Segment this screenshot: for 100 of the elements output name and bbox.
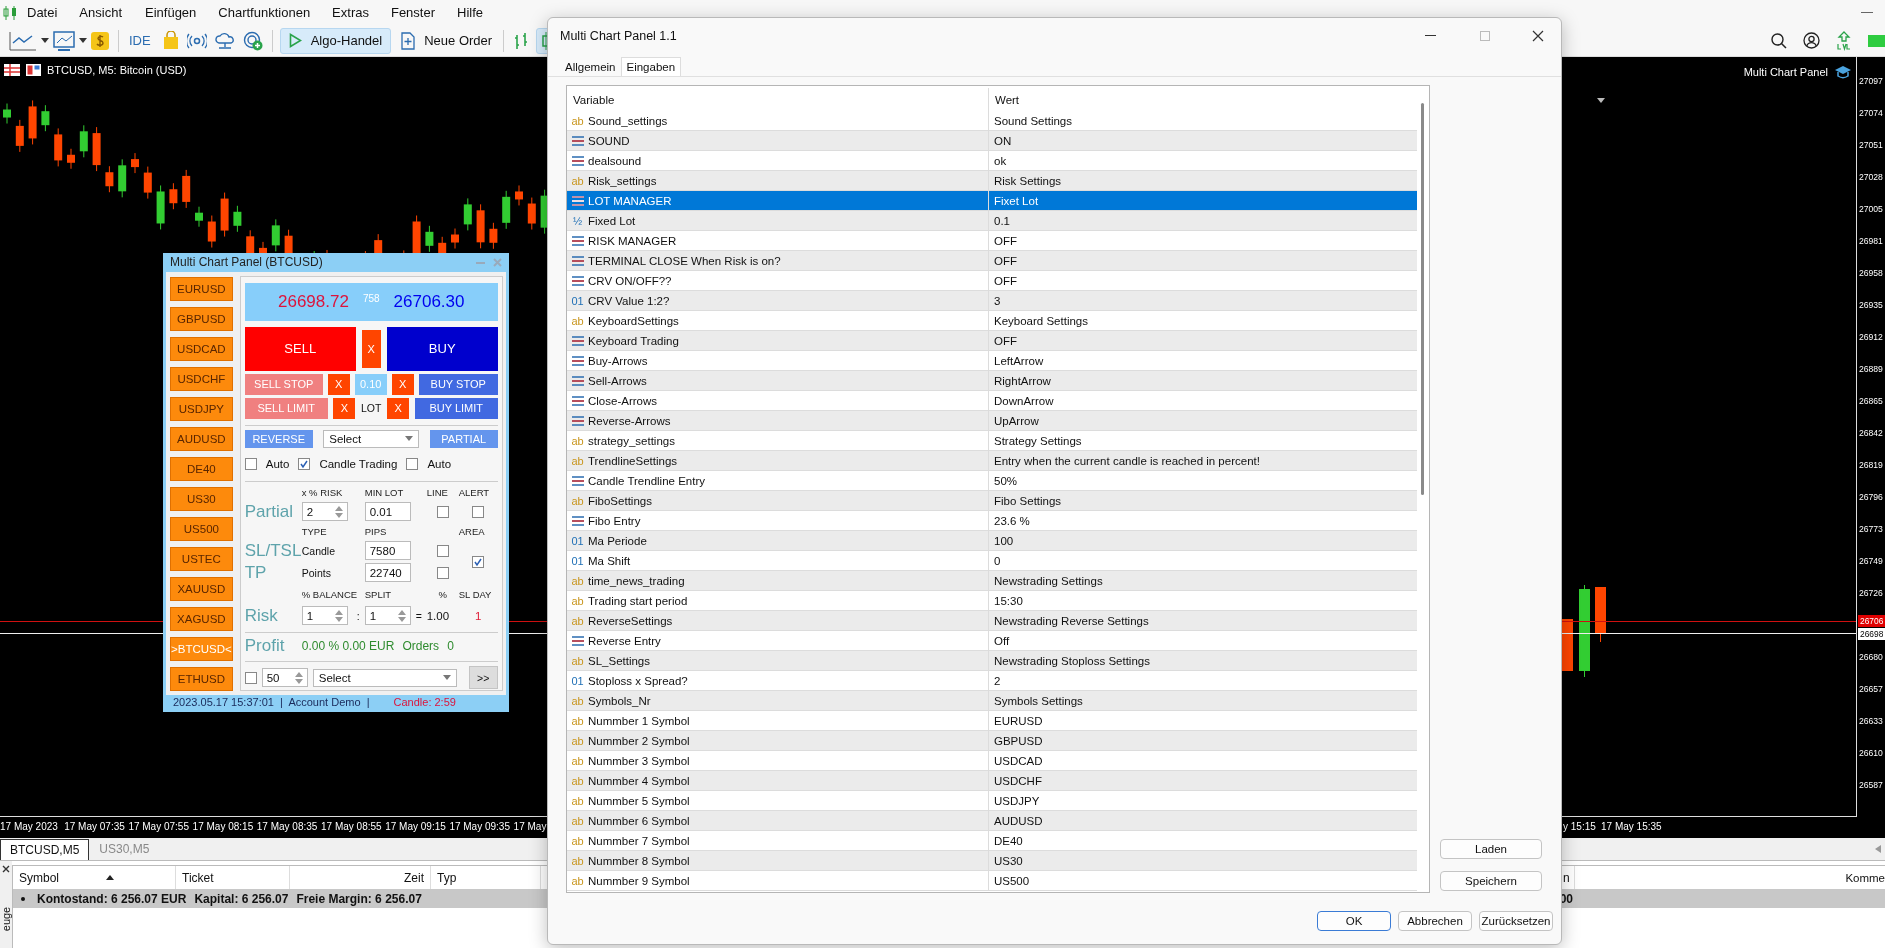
menu-item[interactable]: Hilfe (457, 5, 484, 20)
value-cell-text: 100 (993, 533, 1015, 549)
symbol-button[interactable]: DE40 (170, 456, 233, 481)
table-row[interactable]: LOT MANAGER Fixet Lot (567, 191, 1417, 211)
tab[interactable]: Allgemein (560, 58, 621, 76)
strategy-dropdown[interactable]: Select (323, 429, 420, 448)
symbol-button[interactable]: USDJPY (170, 396, 233, 421)
type-icon: 01 (571, 554, 584, 567)
table-row[interactable]: ab FiboSettings Fibo Settings (567, 491, 1417, 511)
axis-label: 27028 (1859, 171, 1883, 183)
table-row[interactable]: ab Symbols_Nr Symbols Settings (567, 691, 1417, 711)
column-label: x % RISK (301, 487, 344, 499)
input-field[interactable]: 22740 (364, 563, 411, 583)
symbol-button[interactable]: EURUSD (170, 276, 233, 301)
table-row[interactable]: Reverse-Arrows UpArrow (567, 411, 1417, 431)
symbol-button[interactable]: USDCHF (170, 366, 233, 391)
dialog-button[interactable]: Abbrechen (1398, 910, 1472, 931)
symbol-button[interactable]: USTEC (170, 546, 233, 571)
dialog-button[interactable]: Zurücksetzen (1479, 910, 1553, 931)
table-row[interactable]: Sell-Arrows RightArrow (567, 371, 1417, 391)
buy-limit-button[interactable]: BUY LIMIT (414, 397, 498, 419)
symbol-button[interactable]: ETHUSD (170, 666, 233, 691)
symbol-button[interactable]: GBPUSD (170, 306, 233, 331)
table-row[interactable]: Keyboard Trading OFF (567, 331, 1417, 351)
axis-label: 27097 (1859, 75, 1883, 87)
menu-item[interactable]: Einfügen (145, 5, 197, 20)
symbol-button[interactable]: AUDUSD (170, 426, 233, 451)
symbol-button[interactable]: XAUUSD (170, 576, 233, 601)
ide-button[interactable]: IDE (129, 33, 151, 48)
menu-item[interactable]: Ansicht (79, 5, 122, 20)
new-order-button[interactable]: Neue Order (395, 28, 499, 53)
variable-name: dealsound (588, 154, 642, 167)
symbol-button[interactable]: US500 (170, 516, 233, 541)
value-cell-text: 0.1 (993, 213, 1011, 229)
column-label: SL DAY (458, 589, 493, 601)
input-field[interactable]: 0.01 (364, 502, 411, 522)
variable-name: Nummber 4 Symbol (588, 774, 690, 787)
value-cell-text: AUDUSD (993, 813, 1044, 829)
symbol-button[interactable]: USDCAD (170, 336, 233, 361)
number-field[interactable]: 50 (261, 668, 308, 688)
table-row[interactable]: ab Risk_settings Risk Settings (567, 171, 1417, 191)
variable-name: SOUND (588, 134, 630, 147)
input-field[interactable]: 7580 (364, 541, 411, 561)
symbol-button[interactable]: US30 (170, 486, 233, 511)
sell-button[interactable]: SELL (244, 326, 356, 371)
axis-label: 26726 (1859, 587, 1883, 599)
menu-item[interactable]: Datei (27, 5, 58, 20)
table-row[interactable]: ab TrendlineSettings Entry when the current candle is reached in percent! (567, 451, 1417, 471)
dialog-button[interactable]: Speichern (1440, 871, 1542, 891)
balance-text: Kapital: 6 256.07 (194, 891, 289, 906)
table-row[interactable]: SOUND ON (567, 131, 1417, 151)
value-cell-text: 50% (993, 473, 1019, 489)
buy-button[interactable]: BUY (386, 326, 498, 371)
buy-stop-button[interactable]: BUY STOP (418, 373, 498, 395)
variable-name: Sell-Arrows (588, 374, 647, 387)
equals-text: = (415, 609, 422, 622)
axis-label: 26889 (1859, 363, 1883, 375)
menu-item[interactable]: Chartfunktionen (218, 5, 311, 20)
axis-label: 17 May 08:35 (256, 821, 318, 832)
value-cell-text: Strategy Settings (993, 433, 1083, 449)
dialog-button[interactable]: OK (1317, 910, 1391, 931)
value-cell-text: Fibo Settings (993, 493, 1063, 509)
table-row[interactable]: ab Nummber 9 Symbol US500 (567, 871, 1417, 891)
table-row[interactable]: ab ReverseSettings Newstrading Reverse Settings (567, 611, 1417, 631)
axis-label: 17 May 09:35 (449, 821, 510, 832)
table-row[interactable]: 01 CRV Value 1:2? 3 (567, 291, 1417, 311)
axis-label: 26865 (1859, 395, 1883, 407)
value-cell-text: OFF (993, 233, 1018, 249)
variable-name: Risk_settings (588, 174, 657, 187)
table-row[interactable]: ab SL_Settings Newstrading Stoploss Settings (567, 651, 1417, 671)
axis-label: 26610 (1859, 747, 1883, 759)
variable-name: Candle Trendline Entry (588, 474, 705, 487)
table-row[interactable]: 01 Ma Periode 100 (567, 531, 1417, 551)
table-row[interactable]: TERMINAL CLOSE When Risk is on? OFF (567, 251, 1417, 271)
table-row[interactable]: ½ Fixed Lot 0.1 (567, 211, 1417, 231)
algo-trading-button[interactable]: Algo-Handel (279, 27, 392, 54)
column-header[interactable]: Variable (567, 88, 989, 111)
variable-name: Stoploss x Spread? (588, 674, 688, 687)
axis-label: 26819 (1859, 459, 1883, 471)
column-header[interactable]: Komme (1839, 866, 1885, 889)
table-row[interactable]: ab Nummber 2 Symbol GBPUSD (567, 731, 1417, 751)
table-row[interactable]: ab time_news_trading Newstrading Settings (567, 571, 1417, 591)
number-field[interactable]: 1 (301, 606, 348, 626)
tab[interactable]: Eingaben (620, 57, 682, 76)
number-field[interactable]: 1 (364, 606, 411, 626)
axis-label: 26958 (1859, 267, 1883, 279)
next-button[interactable]: >> (468, 666, 498, 690)
column-header[interactable]: Wert (989, 88, 1417, 111)
table-row[interactable]: ab Nummber 8 Symbol US30 (567, 851, 1417, 871)
table-row[interactable]: ab Nummber 6 Symbol AUDUSD (567, 811, 1417, 831)
symbol-button[interactable]: XAGUSD (170, 606, 233, 631)
number-field[interactable]: 2 (301, 502, 348, 522)
table-row[interactable]: ab Nummber 4 Symbol USDCHF (567, 771, 1417, 791)
type-icon: ab (571, 454, 584, 467)
menu-item[interactable]: Extras (332, 5, 369, 20)
column-label: TYPE (301, 526, 328, 538)
dialog-button[interactable]: Laden (1440, 839, 1542, 859)
symbol-dropdown[interactable]: Select (312, 668, 457, 687)
chart-tab[interactable]: BTCUSD,M5 (0, 838, 90, 860)
menu-item[interactable]: Fenster (390, 5, 436, 20)
